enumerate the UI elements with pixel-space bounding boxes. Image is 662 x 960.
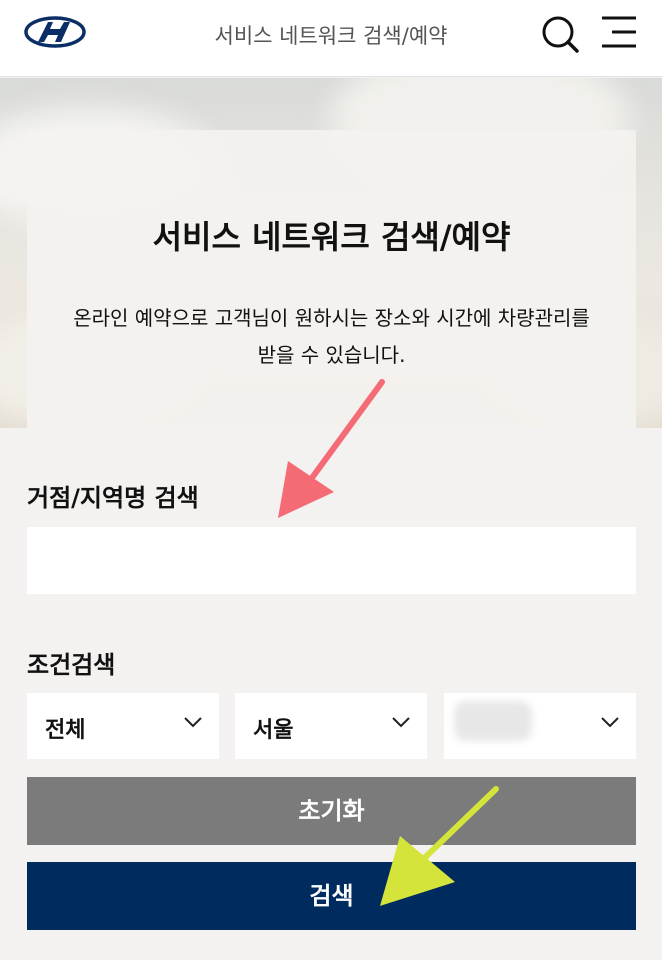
hamburger-menu-icon[interactable] <box>598 14 640 50</box>
condition-search-label: 조건검색 <box>27 651 116 679</box>
type-select[interactable]: 전체 <box>27 693 219 759</box>
chevron-down-icon <box>184 717 202 728</box>
type-select-value: 전체 <box>45 718 86 743</box>
chevron-down-icon <box>601 717 619 728</box>
location-search-input[interactable] <box>27 527 636 594</box>
hero-description-line: 받을 수 있습니다. <box>257 343 406 367</box>
region-select[interactable]: 서울 <box>235 693 427 759</box>
top-header: 서비스 네트워크 검색/예약 <box>0 0 662 77</box>
hero-card: 서비스 네트워크 검색/예약 온라인 예약으로 고객님이 원하시는 장소와 시간… <box>27 130 636 428</box>
redacted-select-value <box>454 701 532 741</box>
hero-description-line: 온라인 예약으로 고객님이 원하시는 장소와 시간에 차량관리를 <box>73 306 590 330</box>
district-select[interactable] <box>444 693 636 759</box>
location-search-label: 거점/지역명 검색 <box>27 484 199 512</box>
search-button[interactable]: 검색 <box>27 862 636 930</box>
chevron-down-icon <box>392 717 410 728</box>
hero-title: 서비스 네트워크 검색/예약 <box>152 218 511 256</box>
reset-button[interactable]: 초기화 <box>27 777 636 845</box>
region-select-value: 서울 <box>253 718 294 743</box>
hero-banner: 서비스 네트워크 검색/예약 온라인 예약으로 고객님이 원하시는 장소와 시간… <box>0 78 662 428</box>
search-icon[interactable] <box>540 14 580 54</box>
hero-description: 온라인 예약으로 고객님이 원하시는 장소와 시간에 차량관리를 받을 수 있습… <box>47 300 616 374</box>
